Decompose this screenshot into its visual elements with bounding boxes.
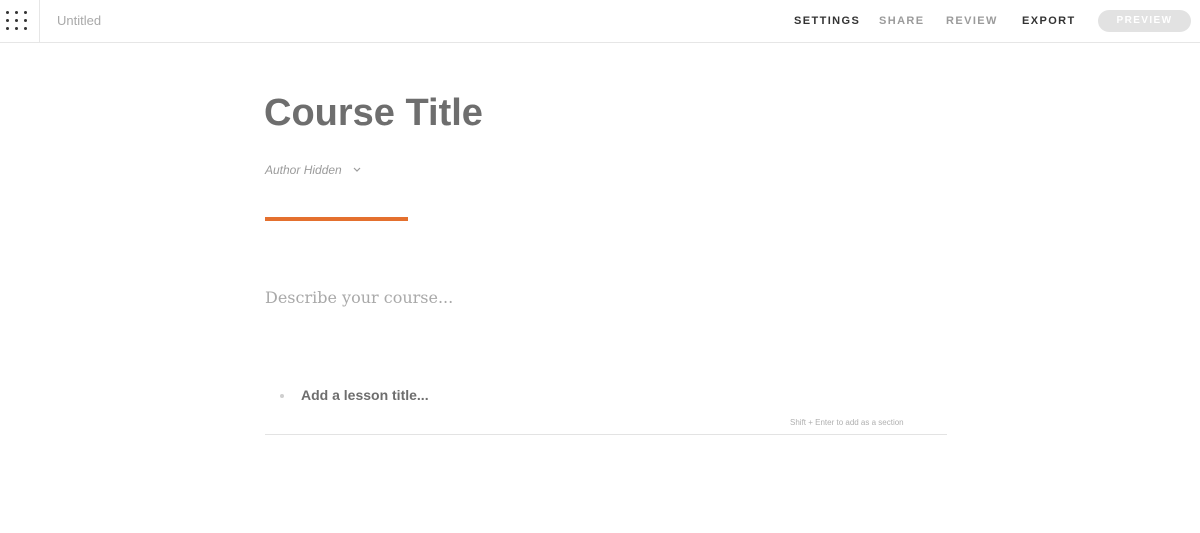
author-label: Author Hidden bbox=[265, 163, 342, 177]
settings-link[interactable]: SETTINGS bbox=[794, 15, 860, 27]
lesson-divider bbox=[265, 434, 947, 435]
document-title[interactable]: Untitled bbox=[57, 13, 101, 28]
course-description-field[interactable]: Describe your course... bbox=[265, 288, 453, 307]
review-link[interactable]: REVIEW bbox=[946, 15, 998, 27]
share-link[interactable]: SHARE bbox=[879, 15, 925, 27]
export-link[interactable]: EXPORT bbox=[1022, 15, 1076, 27]
top-bar: Untitled SETTINGS SHARE REVIEW EXPORT PR… bbox=[0, 0, 1200, 43]
lesson-hint: Shift + Enter to add as a section bbox=[790, 418, 904, 427]
lesson-title-input[interactable]: Add a lesson title... bbox=[301, 387, 429, 403]
apps-menu-button[interactable] bbox=[0, 0, 40, 42]
lesson-bullet-icon bbox=[280, 394, 284, 398]
chevron-down-icon bbox=[353, 162, 361, 176]
course-title[interactable]: Course Title bbox=[264, 92, 483, 135]
author-dropdown[interactable]: Author Hidden bbox=[265, 162, 361, 177]
preview-button[interactable]: PREVIEW bbox=[1098, 10, 1191, 32]
title-accent-divider bbox=[265, 217, 408, 221]
